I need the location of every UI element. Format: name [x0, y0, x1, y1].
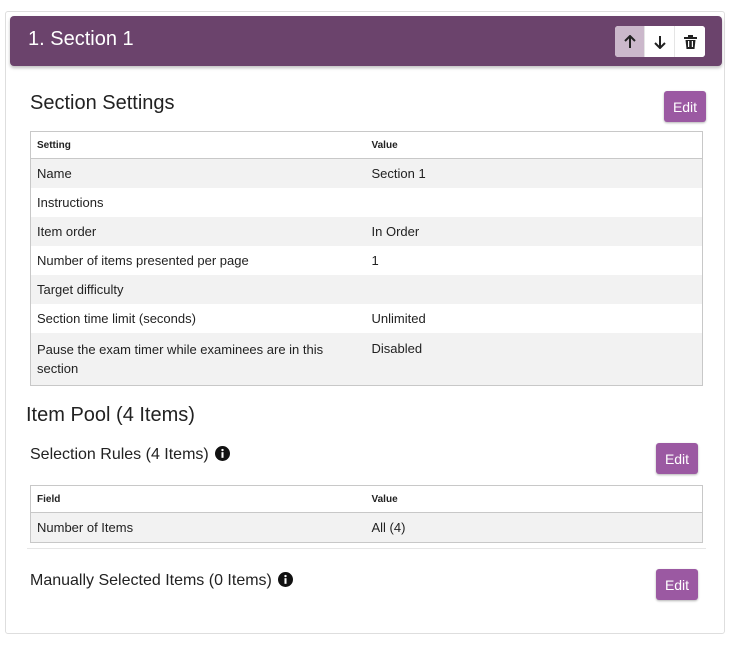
column-header-value: Value [365, 485, 703, 513]
setting-value: Unlimited [365, 304, 703, 333]
divider [27, 548, 706, 549]
table-row: Item order In Order [30, 217, 703, 246]
setting-value: Disabled [365, 333, 703, 386]
arrow-up-icon [623, 34, 636, 48]
setting-name: Number of items presented per page [30, 246, 366, 275]
info-icon[interactable] [214, 446, 230, 461]
setting-name: Target difficulty [30, 275, 366, 304]
setting-name: Section time limit (seconds) [30, 304, 366, 333]
section-action-buttons [615, 26, 705, 57]
delete-section-button[interactable] [675, 26, 705, 57]
selection-rules-table: Field Value Number of Items All (4) [30, 485, 703, 543]
setting-name: Item order [30, 217, 366, 246]
setting-name: Instructions [30, 188, 366, 217]
column-header-setting: Setting [30, 131, 366, 159]
setting-value: Section 1 [365, 158, 703, 188]
edit-manual-items-button[interactable]: Edit [656, 569, 698, 600]
section-settings-heading: Section Settings [30, 92, 175, 114]
trash-icon [683, 34, 697, 49]
manually-selected-heading: Manually Selected Items (0 Items) [30, 572, 293, 590]
arrow-down-icon [653, 35, 666, 49]
table-row: Pause the exam timer while examinees are… [30, 333, 703, 386]
move-up-button[interactable] [615, 26, 645, 57]
edit-selection-rules-button[interactable]: Edit [656, 443, 698, 474]
rule-value: All (4) [365, 512, 703, 543]
table-row: Name Section 1 [30, 158, 703, 188]
section-title: 1. Section 1 [28, 28, 134, 50]
table-header-row: Setting Value [30, 131, 703, 159]
table-header-row: Field Value [30, 485, 703, 513]
setting-value [365, 188, 703, 217]
table-row: Target difficulty [30, 275, 703, 304]
setting-name: Name [30, 158, 366, 188]
rule-field: Number of Items [30, 512, 366, 543]
section-header: 1. Section 1 [10, 16, 722, 66]
edit-settings-button[interactable]: Edit [664, 91, 706, 122]
selection-rules-label: Selection Rules (4 Items) [30, 446, 209, 463]
move-down-button[interactable] [645, 26, 675, 57]
item-pool-heading: Item Pool (4 Items) [26, 404, 195, 426]
setting-value: In Order [365, 217, 703, 246]
table-row: Number of Items All (4) [30, 512, 703, 543]
setting-value: 1 [365, 246, 703, 275]
table-row: Number of items presented per page 1 [30, 246, 703, 275]
info-icon[interactable] [277, 572, 293, 587]
table-row: Instructions [30, 188, 703, 217]
column-header-field: Field [30, 485, 366, 513]
selection-rules-heading: Selection Rules (4 Items) [30, 446, 230, 464]
manually-selected-label: Manually Selected Items (0 Items) [30, 572, 272, 589]
setting-name: Pause the exam timer while examinees are… [30, 333, 366, 386]
settings-table: Setting Value Name Section 1 Instruction… [30, 131, 703, 386]
column-header-value: Value [365, 131, 703, 159]
setting-value [365, 275, 703, 304]
table-row: Section time limit (seconds) Unlimited [30, 304, 703, 333]
